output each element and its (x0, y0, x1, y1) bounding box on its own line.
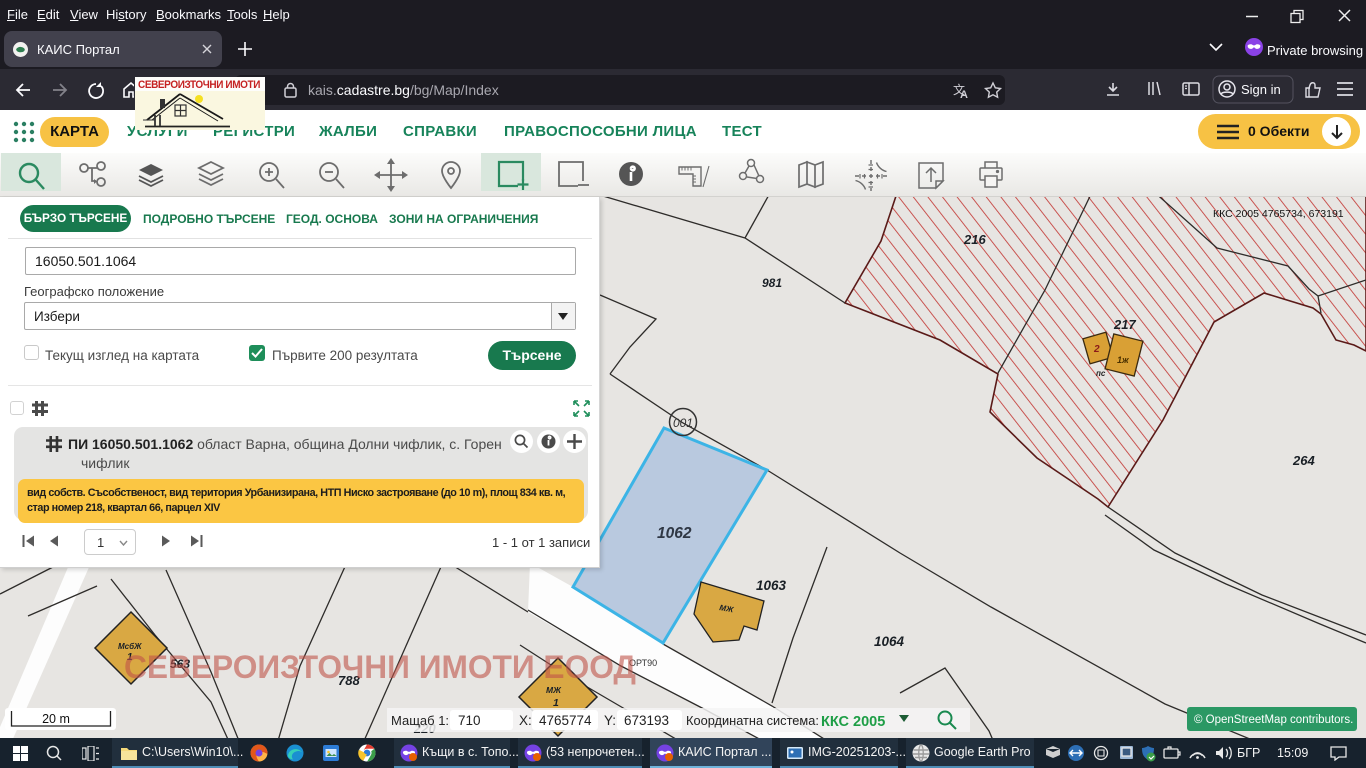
svg-text:710: 710 (458, 713, 481, 728)
svg-text:1064: 1064 (874, 634, 905, 649)
svg-text:Координатна система:: Координатна система: (686, 713, 819, 728)
svg-text:Мащаб 1:: Мащаб 1: (391, 713, 449, 728)
svg-text:X:: X: (519, 713, 532, 728)
svg-text:217: 217 (1113, 317, 1136, 332)
svg-text:Sign in: Sign in (1241, 82, 1281, 97)
svg-text:A: A (960, 89, 968, 99)
svg-text:© OpenStreetMap contributor: © OpenStreetMap contributors. (1194, 714, 1353, 726)
svg-text:1: 1 (553, 697, 559, 709)
svg-text:ККС 2005: ККС 2005 (821, 714, 885, 730)
svg-text:1ж: 1ж (1117, 355, 1129, 365)
svg-text:4765774: 4765774 (539, 713, 592, 728)
svg-text:2: 2 (1093, 344, 1100, 355)
svg-text:СЕВЕРОИЗТОЧНИ ИМОТИ ЕООД: СЕВЕРОИЗТОЧНИ ИМОТИ ЕООД (124, 649, 636, 685)
svg-text:20 m: 20 m (42, 712, 70, 726)
svg-text:Y:: Y: (604, 713, 616, 728)
svg-text:001: 001 (673, 416, 693, 430)
svg-text:673193: 673193 (624, 713, 669, 728)
svg-text:1063: 1063 (756, 578, 787, 593)
svg-text:981: 981 (762, 276, 782, 290)
svg-text:1062: 1062 (657, 525, 692, 542)
svg-text:264: 264 (1292, 453, 1315, 468)
svg-text:216: 216 (963, 232, 986, 247)
svg-text:пс: пс (1096, 369, 1106, 378)
svg-text:ККС 2005 4765734, 673191: ККС 2005 4765734, 673191 (1213, 208, 1344, 220)
svg-text:МЖ: МЖ (546, 685, 562, 695)
